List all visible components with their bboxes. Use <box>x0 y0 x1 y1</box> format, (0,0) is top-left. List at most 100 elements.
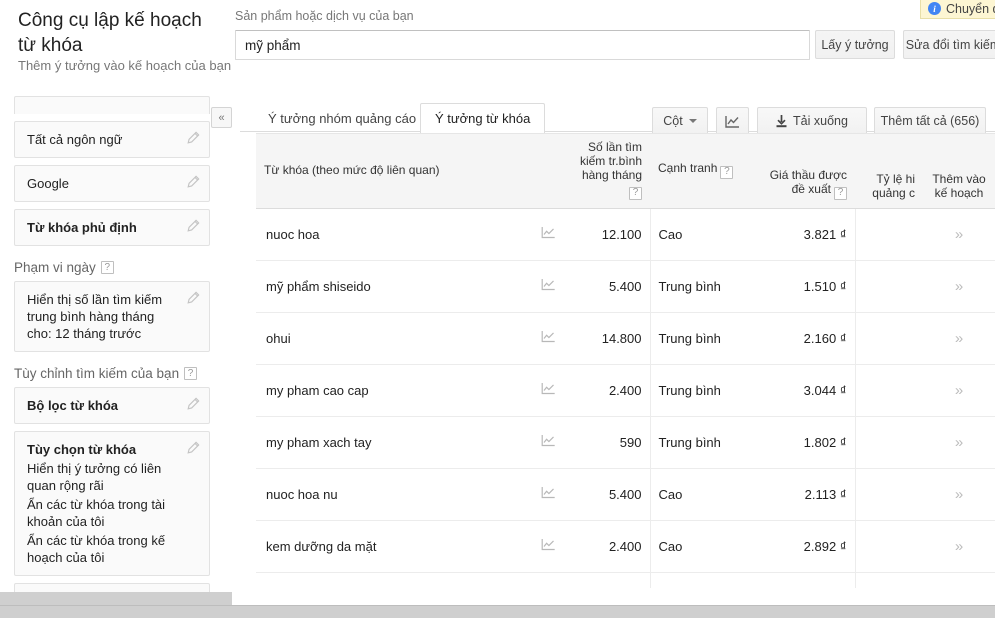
column-header-keyword[interactable]: Từ khóa (theo mức độ liên quan) <box>256 134 534 209</box>
cell-impression-share <box>855 468 923 520</box>
table-row[interactable]: nuoc hoa nu5.400Cao2.113 ₫» <box>256 468 995 520</box>
pencil-icon[interactable] <box>186 131 200 145</box>
tab-ad-group-ideas[interactable]: Ý tưởng nhóm quảng cáo <box>253 103 431 132</box>
cell-competition: Trung bình <box>650 416 750 468</box>
keyword-ideas-table-wrapper: Từ khóa (theo mức độ liên quan) Số lần t… <box>256 133 995 588</box>
sidebar-collapse-button[interactable]: « <box>211 107 232 128</box>
add-all-button[interactable]: Thêm tất cả (656) <box>874 107 986 135</box>
sidebar-card-keyword-options-label: Tùy chọn từ khóa <box>27 441 175 458</box>
column-header-competition[interactable]: Cạnh tranh? <box>650 134 750 209</box>
column-header-impression-share-label: Tỷ lệ hi quảng c <box>872 172 915 200</box>
pencil-icon[interactable] <box>186 219 200 233</box>
pencil-icon[interactable] <box>186 291 200 305</box>
sparkline-icon[interactable] <box>541 226 556 239</box>
sparkline-icon[interactable] <box>541 382 556 395</box>
help-icon[interactable]: ? <box>834 187 847 200</box>
download-button[interactable]: Tải xuống <box>757 107 867 135</box>
cell-sparkline[interactable] <box>534 364 562 416</box>
pencil-icon[interactable] <box>186 175 200 189</box>
page-title: Công cụ lập kế hoạch từ khóa <box>18 8 218 58</box>
keyword-option-hide-plan: Ẩn các từ khóa trong kế hoạch của tôi <box>27 532 175 566</box>
cell-bid: 2.113 ₫ <box>750 468 855 520</box>
cell-keyword[interactable]: ohui <box>256 312 534 364</box>
add-to-plan-button[interactable]: » <box>923 468 995 520</box>
graph-toggle-button[interactable] <box>716 107 749 135</box>
columns-button[interactable]: Cột <box>652 107 708 135</box>
help-icon[interactable]: ? <box>720 166 733 179</box>
add-to-plan-button[interactable]: » <box>923 208 995 260</box>
add-to-plan-button[interactable]: » <box>923 312 995 364</box>
help-icon[interactable]: ? <box>101 261 114 274</box>
cell-sparkline[interactable] <box>534 468 562 520</box>
modify-search-button[interactable]: Sửa đổi tìm kiếm <box>903 30 995 59</box>
cell-keyword[interactable]: nuoc hoa <box>256 208 534 260</box>
get-ideas-button[interactable]: Lấy ý tưởng <box>815 30 895 59</box>
table-row[interactable]: kem dưỡng da1.900Trung bình2.957 ₫» <box>256 572 995 588</box>
info-icon: i <box>928 2 941 15</box>
sidebar-card-date-range[interactable]: Hiển thị số lần tìm kiếm trung bình hàng… <box>14 281 210 352</box>
main-panel: Ý tưởng nhóm quảng cáo Ý tưởng từ khóa C… <box>240 96 995 618</box>
help-icon[interactable]: ? <box>184 367 197 380</box>
add-all-button-label: Thêm tất cả (656) <box>881 114 980 128</box>
sparkline-icon[interactable] <box>541 278 556 291</box>
sparkline-icon[interactable] <box>541 434 556 447</box>
pencil-icon[interactable] <box>186 441 200 455</box>
sidebar-card-clipped-top[interactable] <box>14 96 210 114</box>
sidebar-card-keyword-filters[interactable]: Bộ lọc từ khóa <box>14 387 210 424</box>
cell-impression-share <box>855 572 923 588</box>
add-to-plan-button[interactable]: » <box>923 572 995 588</box>
column-header-keyword-label: Từ khóa (theo mức độ liên quan) <box>264 163 440 177</box>
sidebar-card-languages[interactable]: Tất cả ngôn ngữ <box>14 121 210 158</box>
cell-competition: Cao <box>650 208 750 260</box>
sparkline-icon[interactable] <box>541 538 556 551</box>
table-row[interactable]: kem dưỡng da mặt2.400Cao2.892 ₫» <box>256 520 995 572</box>
sidebar-card-keyword-options[interactable]: Tùy chọn từ khóa Hiển thị ý tưởng có liê… <box>14 431 210 576</box>
keyword-option-hide-account: Ẩn các từ khóa trong tài khoản của tôi <box>27 496 175 530</box>
sparkline-icon[interactable] <box>541 486 556 499</box>
cell-sparkline[interactable] <box>534 312 562 364</box>
cell-competition: Cao <box>650 520 750 572</box>
cell-sparkline[interactable] <box>534 572 562 588</box>
sidebar-section-customize-label: Tùy chỉnh tìm kiếm của bạn <box>14 366 179 381</box>
sparkline-icon[interactable] <box>541 330 556 343</box>
tab-keyword-ideas[interactable]: Ý tưởng từ khóa <box>420 103 545 133</box>
cell-impression-share <box>855 260 923 312</box>
sidebar-card-network[interactable]: Google <box>14 165 210 202</box>
sidebar-card-negative-keywords[interactable]: Từ khóa phủ định <box>14 209 210 246</box>
keyword-option-broad: Hiển thị ý tưởng có liên quan rộng rãi <box>27 460 175 494</box>
search-input[interactable] <box>235 30 810 60</box>
cell-sparkline[interactable] <box>534 416 562 468</box>
column-header-impression-share[interactable]: Tỷ lệ hi quảng c <box>855 134 923 209</box>
cell-impression-share <box>855 520 923 572</box>
table-row[interactable]: mỹ phẩm shiseido5.400Trung bình1.510 ₫» <box>256 260 995 312</box>
help-icon[interactable]: ? <box>629 187 642 200</box>
table-row[interactable]: my pham cao cap2.400Trung bình3.044 ₫» <box>256 364 995 416</box>
table-row[interactable]: nuoc hoa12.100Cao3.821 ₫» <box>256 208 995 260</box>
add-to-plan-button[interactable]: » <box>923 520 995 572</box>
add-to-plan-button[interactable]: » <box>923 364 995 416</box>
column-header-volume-label: Số lần tìm kiếm tr.bình hàng tháng <box>580 140 642 182</box>
add-to-plan-button[interactable]: » <box>923 260 995 312</box>
notification-text: Chuyển đổi : <box>946 2 995 16</box>
column-header-volume[interactable]: Số lần tìm kiếm tr.bình hàng tháng? <box>562 134 650 209</box>
pencil-icon[interactable] <box>186 397 200 411</box>
add-to-plan-button[interactable]: » <box>923 416 995 468</box>
cell-sparkline[interactable] <box>534 520 562 572</box>
column-header-bid[interactable]: Giá thầu được đề xuất? <box>750 134 855 209</box>
page-horizontal-scrollbar[interactable] <box>0 605 995 618</box>
cell-keyword[interactable]: my pham cao cap <box>256 364 534 416</box>
cell-keyword[interactable]: nuoc hoa nu <box>256 468 534 520</box>
cell-keyword[interactable]: kem dưỡng da mặt <box>256 520 534 572</box>
sidebar-card-languages-label: Tất cả ngôn ngữ <box>27 131 175 148</box>
cell-competition: Trung bình <box>650 572 750 588</box>
search-field-label: Sản phẩm hoặc dịch vụ của bạn <box>235 9 414 23</box>
conversion-notification-bar[interactable]: i Chuyển đổi : <box>920 0 995 19</box>
cell-keyword[interactable]: kem dưỡng da <box>256 572 534 588</box>
cell-bid: 3.821 ₫ <box>750 208 855 260</box>
cell-keyword[interactable]: mỹ phẩm shiseido <box>256 260 534 312</box>
table-row[interactable]: ohui14.800Trung bình2.160 ₫» <box>256 312 995 364</box>
table-row[interactable]: my pham xach tay590Trung bình1.802 ₫» <box>256 416 995 468</box>
cell-sparkline[interactable] <box>534 208 562 260</box>
cell-keyword[interactable]: my pham xach tay <box>256 416 534 468</box>
cell-sparkline[interactable] <box>534 260 562 312</box>
